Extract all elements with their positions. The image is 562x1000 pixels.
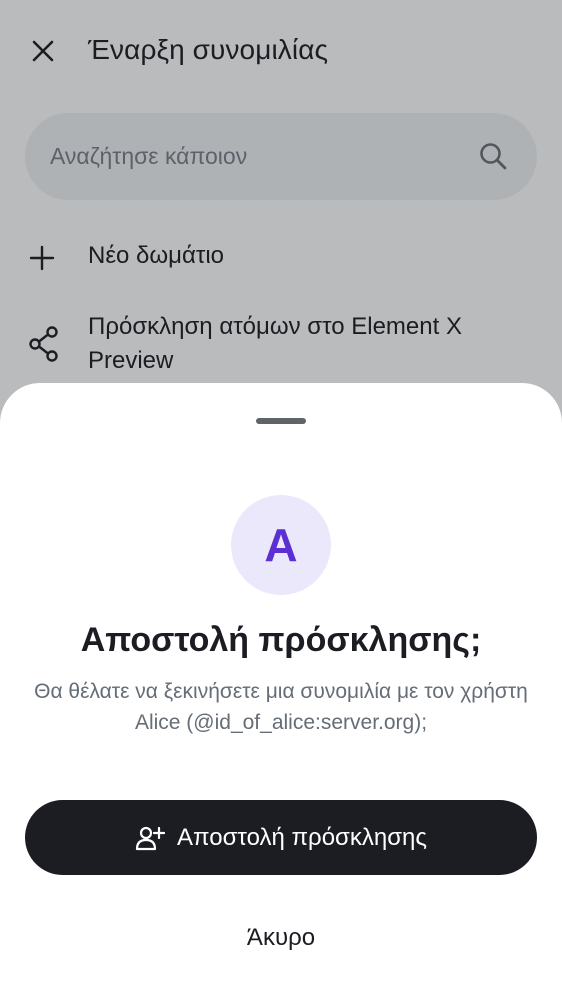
cancel-label: Άκυρο [246,924,316,951]
cancel-button[interactable]: Άκυρο [181,908,381,968]
send-invite-button[interactable]: Αποστολή πρόσκλησης [25,800,537,875]
add-user-icon [135,826,166,850]
drag-handle[interactable] [256,418,306,424]
sheet-title: Αποστολή πρόσκλησης; [80,621,482,659]
avatar-initial: A [264,519,298,571]
avatar: A [231,495,331,595]
sheet-description: Θα θέλατε να ξεκινήσετε μια συνομιλία με… [34,680,528,734]
send-invite-label: Αποστολή πρόσκλησης [177,823,427,851]
invite-bottom-sheet: A Αποστολή πρόσκλησης; Θα θέλατε να ξεκι… [0,383,562,1000]
